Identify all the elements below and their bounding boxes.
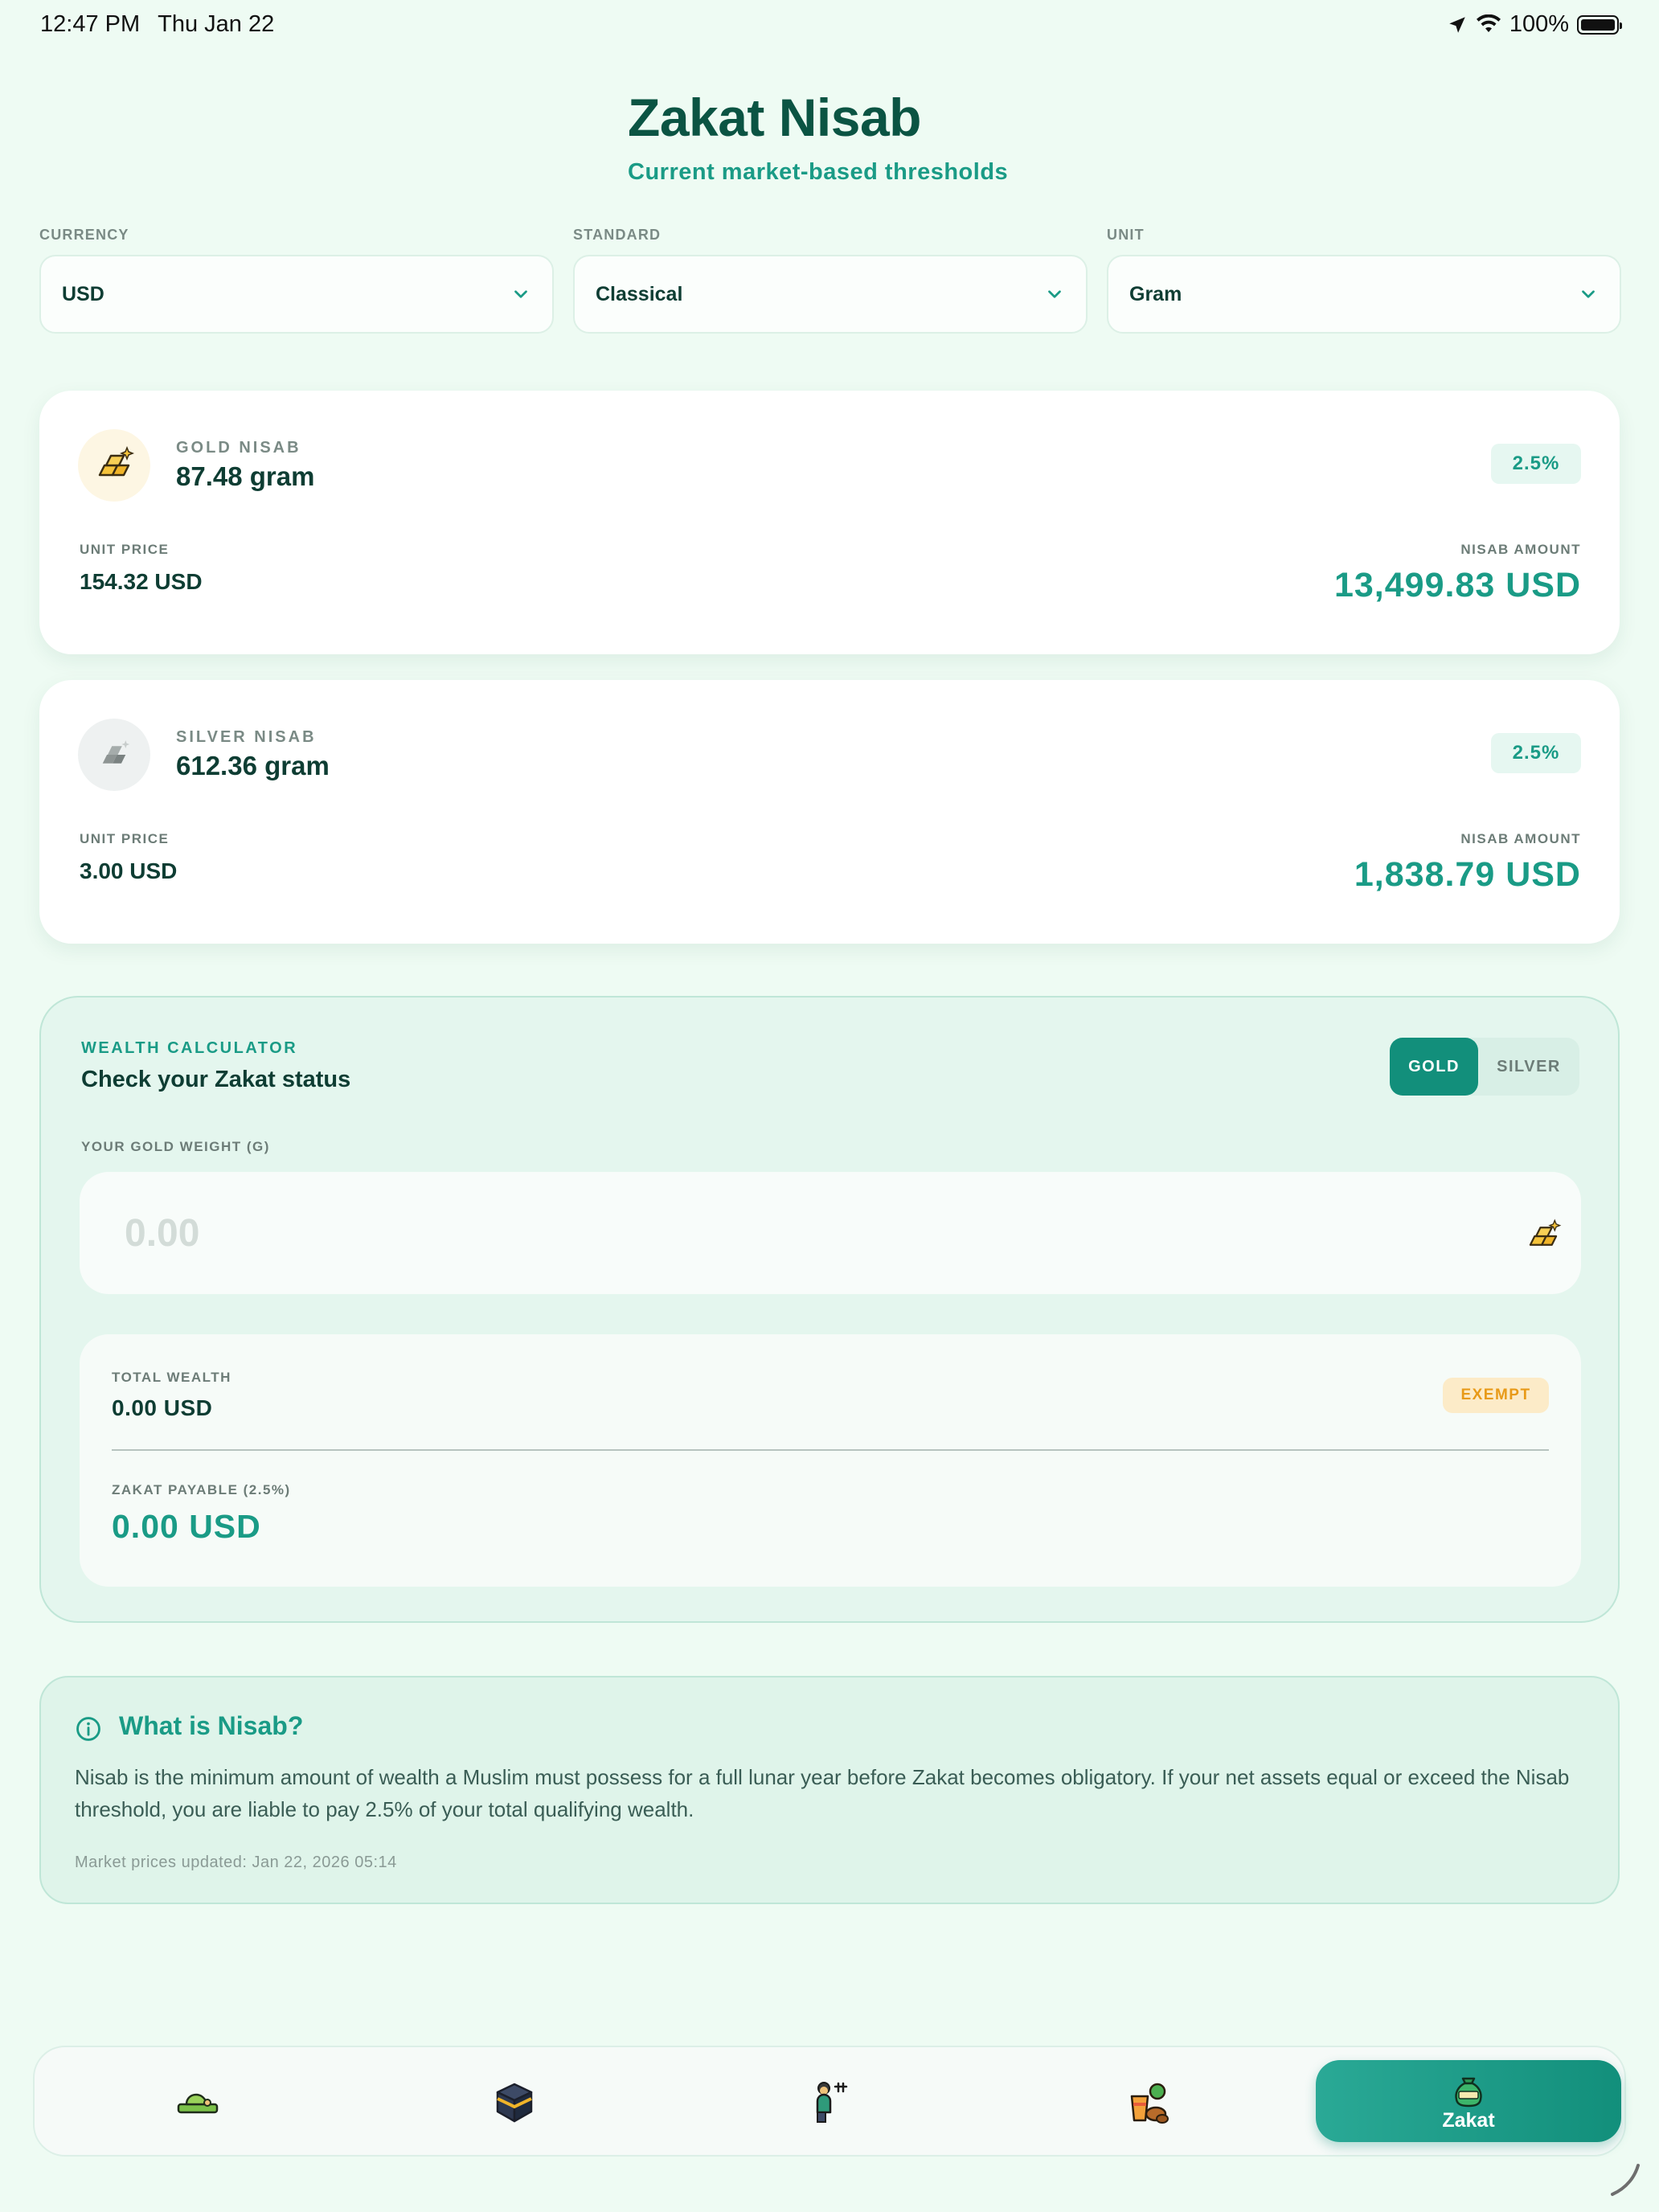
silver-toggle-button[interactable]: SILVER — [1478, 1038, 1579, 1096]
standard-selector-group: STANDARD Classical — [573, 227, 1088, 334]
zakat-payable-label: ZAKAT PAYABLE (2.5%) — [112, 1482, 291, 1497]
page-title: Zakat Nisab — [628, 88, 921, 147]
gold-rate-badge: 2.5% — [1491, 444, 1581, 484]
total-wealth-label: TOTAL WEALTH — [112, 1370, 231, 1385]
gold-bars-icon — [78, 429, 150, 502]
currency-selector-group: CURRENCY USD — [39, 227, 554, 334]
nav-iftar[interactable] — [1120, 2075, 1176, 2131]
status-date: Thu Jan 22 — [158, 11, 275, 37]
nav-zakat-active[interactable]: Zakat — [1316, 2060, 1621, 2142]
metal-toggle: GOLD SILVER — [1390, 1038, 1579, 1096]
gold-nisab-card: GOLD NISAB 87.48 gram 2.5% UNIT PRICE 15… — [39, 391, 1620, 654]
silver-nisab-weight: 612.36 gram — [176, 751, 330, 780]
standard-dropdown[interactable]: Classical — [573, 255, 1088, 334]
location-icon — [1449, 16, 1465, 33]
gold-unit-price-label: UNIT PRICE — [80, 542, 170, 557]
result-divider — [112, 1449, 1549, 1451]
gold-bars-icon — [1523, 1216, 1563, 1260]
status-bar: 12:47 PM Thu Jan 22 100% — [0, 0, 1659, 51]
unit-label: UNIT — [1107, 227, 1145, 243]
gold-toggle-button[interactable]: GOLD — [1390, 1038, 1478, 1096]
silver-nisab-amount-label: NISAB AMOUNT — [1460, 831, 1581, 846]
silver-nisab-kicker: SILVER NISAB — [176, 728, 317, 746]
iftar-food-icon — [1130, 2083, 1169, 2124]
standard-value: Classical — [596, 282, 683, 305]
battery-percent: 100% — [1509, 11, 1569, 37]
wifi-icon — [1476, 14, 1501, 32]
zakat-payable-value: 0.00 USD — [112, 1508, 261, 1545]
gold-nisab-amount: 13,499.83 USD — [1333, 566, 1581, 604]
silver-unit-price: 3.00 USD — [80, 858, 178, 883]
wealth-calculator: WEALTH CALCULATOR Check your Zakat statu… — [39, 996, 1620, 1623]
silver-nisab-amount: 1,838.79 USD — [1354, 855, 1581, 894]
info-title: What is Nisab? — [119, 1711, 304, 1740]
nav-zakat-label: Zakat — [1442, 2108, 1495, 2132]
silver-unit-price-label: UNIT PRICE — [80, 831, 170, 846]
currency-dropdown[interactable]: USD — [39, 255, 554, 334]
currency-value: USD — [62, 282, 104, 305]
calculator-title: Check your Zakat status — [81, 1067, 351, 1092]
kaaba-icon — [496, 2083, 533, 2123]
standard-label: STANDARD — [573, 227, 662, 243]
silver-nisab-card: SILVER NISAB 612.36 gram 2.5% UNIT PRICE… — [39, 680, 1620, 944]
silver-rate-badge: 2.5% — [1491, 733, 1581, 773]
gold-weight-label: YOUR GOLD WEIGHT (G) — [81, 1139, 270, 1154]
info-icon — [76, 1717, 100, 1741]
chevron-down-icon — [514, 290, 527, 298]
gold-nisab-kicker: GOLD NISAB — [176, 439, 301, 457]
unit-selector-group: UNIT Gram — [1107, 227, 1621, 334]
gold-nisab-amount-label: NISAB AMOUNT — [1460, 542, 1581, 557]
gold-nisab-weight: 87.48 gram — [176, 461, 315, 491]
nisab-info-panel: What is Nisab? Nisab is the minimum amou… — [39, 1676, 1620, 1904]
calculation-result: TOTAL WEALTH 0.00 USD EXEMPT ZAKAT PAYAB… — [80, 1334, 1581, 1587]
unit-value: Gram — [1129, 282, 1182, 305]
prices-updated-note: Market prices updated: Jan 22, 2026 05:1… — [75, 1854, 397, 1871]
currency-label: CURRENCY — [39, 227, 129, 243]
chevron-down-icon — [1048, 290, 1061, 298]
total-wealth-value: 0.00 USD — [112, 1395, 213, 1420]
gold-unit-price: 154.32 USD — [80, 569, 203, 594]
page-subtitle: Current market-based thresholds — [628, 159, 1009, 185]
nav-prayer[interactable] — [803, 2075, 859, 2131]
battery-icon — [1577, 14, 1622, 35]
chevron-down-icon — [1582, 290, 1595, 298]
silver-bars-icon — [78, 719, 150, 791]
status-time: 12:47 PM — [40, 11, 141, 37]
bottom-navigation: Zakat — [33, 2046, 1626, 2157]
unit-dropdown[interactable]: Gram — [1107, 255, 1621, 334]
prayer-mat-icon — [177, 2093, 219, 2114]
nav-kaaba[interactable] — [486, 2075, 543, 2131]
calculator-kicker: WEALTH CALCULATOR — [81, 1039, 298, 1057]
gold-weight-input[interactable] — [80, 1172, 1581, 1294]
prayer-person-icon — [816, 2082, 848, 2123]
zakat-bag-icon — [1455, 2077, 1482, 2107]
status-badge: EXEMPT — [1443, 1378, 1549, 1413]
scroll-indicator — [1611, 2164, 1640, 2196]
info-body: Nisab is the minimum amount of wealth a … — [75, 1765, 1570, 1821]
nav-prayer-mat[interactable] — [170, 2075, 226, 2131]
